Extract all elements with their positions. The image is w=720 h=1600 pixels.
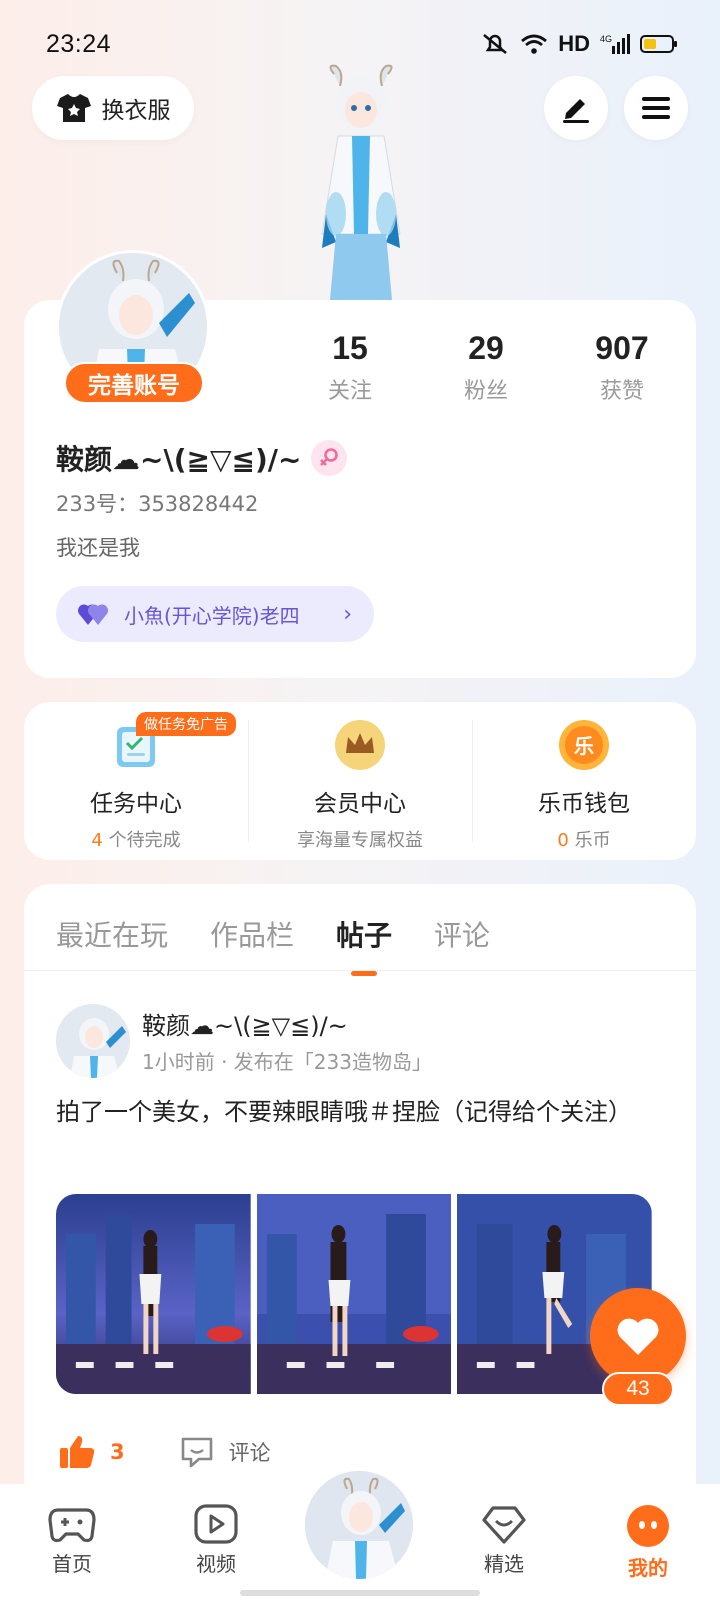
profile-stats: 15 关注 29 粉丝 907 获赞 bbox=[282, 330, 690, 405]
like-count: 3 bbox=[110, 1440, 125, 1464]
user-id: 233号：353828442 bbox=[56, 492, 259, 516]
task-center-sub: 4 个待完成 bbox=[91, 826, 180, 852]
profile-tabs: 最近在玩 作品栏 帖子 评论 bbox=[56, 914, 490, 954]
battery-icon bbox=[640, 35, 677, 53]
post-meta: 1小时前 · 发布在「233造物岛」 bbox=[142, 1050, 432, 1074]
tab-works[interactable]: 作品栏 bbox=[210, 914, 294, 954]
heart-diamond-icon bbox=[482, 1506, 526, 1544]
task-center-title: 任务中心 bbox=[90, 791, 182, 817]
pen-icon bbox=[563, 99, 589, 123]
complete-account-badge[interactable]: 完善账号 bbox=[64, 362, 204, 404]
nickname-row: 鞍颜☁~\(≧▽≦)/~ bbox=[56, 438, 348, 478]
home-indicator bbox=[240, 1590, 480, 1596]
coin-wallet-sub: 0 乐币 bbox=[557, 826, 610, 852]
stat-value: 15 bbox=[332, 330, 368, 366]
tab-posts[interactable]: 帖子 bbox=[336, 914, 392, 954]
stat-value: 907 bbox=[595, 330, 649, 366]
signal-icon: 4G bbox=[600, 34, 630, 54]
menu-icon bbox=[642, 97, 670, 119]
play-icon bbox=[194, 1504, 238, 1544]
nav-label: 精选 bbox=[484, 1552, 524, 1576]
coin-wallet-entry[interactable]: 乐 乐币钱包 0 乐币 bbox=[472, 702, 696, 860]
tab-comments[interactable]: 评论 bbox=[434, 914, 490, 954]
change-outfit-label: 换衣服 bbox=[101, 98, 171, 124]
status-time: 23:24 bbox=[46, 29, 112, 58]
shirt-icon bbox=[56, 94, 91, 122]
pending-suffix: 个待完成 bbox=[102, 830, 181, 851]
post-image[interactable] bbox=[56, 1194, 251, 1394]
mute-bell-icon bbox=[483, 34, 508, 54]
stat-likes[interactable]: 907 获赞 bbox=[554, 330, 690, 405]
face-icon bbox=[627, 1505, 669, 1547]
stat-label: 粉丝 bbox=[463, 379, 508, 404]
floating-heart-button[interactable] bbox=[590, 1288, 686, 1384]
coin-wallet-title: 乐币钱包 bbox=[538, 791, 630, 817]
nav-home[interactable]: 首页 bbox=[0, 1484, 144, 1600]
post-text: 拍了一个美女，不要辣眼睛哦＃捏脸（记得给个关注） bbox=[56, 1098, 632, 1126]
coin-count: 0 bbox=[557, 830, 569, 851]
signature: 我还是我 bbox=[56, 536, 140, 560]
gamepad-icon bbox=[48, 1508, 96, 1543]
coin-icon: 乐 bbox=[557, 718, 611, 772]
vip-center-entry[interactable]: 会员中心 享海量专属权益 bbox=[248, 702, 472, 860]
avatar-figure-image[interactable] bbox=[296, 64, 426, 300]
ad-free-tag: 做任务免广告 bbox=[136, 712, 236, 736]
heart-icon bbox=[617, 1318, 659, 1355]
relationship-pill[interactable]: 小魚(开心学院)老四 › bbox=[56, 586, 374, 642]
nav-video[interactable]: 视频 bbox=[144, 1484, 288, 1600]
nav-label: 首页 bbox=[52, 1552, 92, 1576]
chevron-right-icon: › bbox=[343, 601, 352, 627]
post-actions: 3 评论 bbox=[58, 1434, 271, 1470]
stat-label: 关注 bbox=[327, 379, 372, 404]
stat-value: 29 bbox=[468, 330, 504, 366]
female-gender-icon bbox=[311, 440, 348, 476]
post-image[interactable] bbox=[256, 1194, 452, 1394]
edit-profile-button[interactable] bbox=[544, 76, 608, 140]
tab-divider bbox=[24, 970, 696, 971]
change-outfit-button[interactable]: 换衣服 bbox=[32, 76, 194, 140]
function-card: 做任务免广告 任务中心 4 个待完成 会员中心 享海量专属权益 乐 乐币钱包 0… bbox=[24, 702, 696, 860]
thumbs-up-icon[interactable] bbox=[58, 1434, 96, 1470]
comment-icon[interactable] bbox=[179, 1435, 215, 1469]
hd-indicator: HD bbox=[558, 31, 590, 56]
vip-center-sub: 享海量专属权益 bbox=[297, 830, 423, 851]
nav-label: 我的 bbox=[628, 1556, 668, 1580]
crown-icon bbox=[333, 718, 387, 772]
pending-count: 4 bbox=[91, 830, 103, 851]
double-heart-icon bbox=[78, 604, 109, 625]
stat-followers[interactable]: 29 粉丝 bbox=[418, 330, 554, 405]
menu-button[interactable] bbox=[624, 76, 688, 140]
comment-label[interactable]: 评论 bbox=[229, 1437, 271, 1467]
post-author-name[interactable]: 鞍颜☁~\(≧▽≦)/~ bbox=[142, 1006, 348, 1041]
status-icons: HD 4G bbox=[480, 31, 677, 57]
nav-center-avatar[interactable] bbox=[302, 1468, 416, 1582]
heart-count: 43 bbox=[602, 1372, 674, 1406]
stat-label: 获赞 bbox=[599, 379, 644, 404]
nav-mine[interactable]: 我的 bbox=[576, 1484, 720, 1600]
svg-text:4G: 4G bbox=[600, 34, 612, 44]
tab-recently-played[interactable]: 最近在玩 bbox=[56, 914, 168, 954]
stat-following[interactable]: 15 关注 bbox=[282, 330, 418, 405]
post-images bbox=[56, 1194, 652, 1394]
nickname: 鞍颜☁~\(≧▽≦)/~ bbox=[56, 443, 302, 476]
wifi-icon bbox=[521, 34, 548, 54]
coin-char: 乐 bbox=[574, 734, 594, 758]
vip-center-title: 会员中心 bbox=[314, 791, 406, 817]
relationship-label: 小魚(开心学院)老四 bbox=[124, 603, 300, 628]
nav-featured[interactable]: 精选 bbox=[432, 1484, 576, 1600]
coin-suffix: 乐币 bbox=[568, 830, 611, 851]
post-author-avatar[interactable] bbox=[56, 1004, 130, 1078]
nav-label: 视频 bbox=[196, 1552, 236, 1576]
task-center-entry[interactable]: 做任务免广告 任务中心 4 个待完成 bbox=[24, 702, 248, 860]
